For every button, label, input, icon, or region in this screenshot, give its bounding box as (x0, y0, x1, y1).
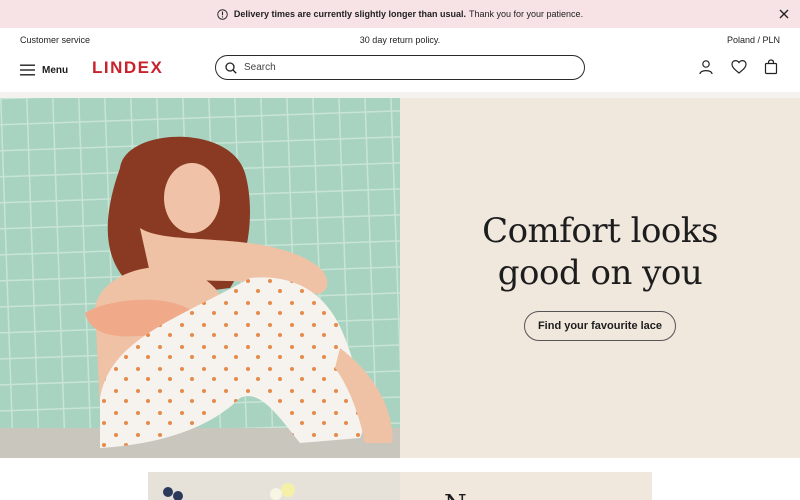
next-banner-title: N (444, 490, 467, 500)
customer-service-link[interactable]: Customer service (20, 35, 90, 45)
next-banner-photo (148, 472, 400, 500)
next-banner[interactable]: N (148, 472, 652, 500)
search-bar[interactable] (215, 55, 585, 80)
next-banner-text-panel: N (400, 472, 652, 500)
heart-icon[interactable] (731, 59, 747, 75)
notice-bar: Delivery times are currently slightly lo… (0, 0, 800, 28)
main-header: Menu LINDEX (0, 52, 800, 92)
hero-title-line2: good on you (497, 253, 703, 293)
menu-button[interactable]: Menu (20, 60, 68, 80)
close-icon[interactable] (778, 8, 790, 20)
search-icon (225, 61, 237, 74)
menu-label: Menu (42, 64, 69, 76)
hero-title-line1: Comfort looks (482, 211, 718, 251)
notice-bold-text: Delivery times are currently slightly lo… (233, 9, 466, 19)
hero-banner[interactable]: Comfort looks good on you Find your favo… (0, 98, 800, 458)
shopping-bag-icon[interactable] (763, 59, 779, 75)
hero-image[interactable] (0, 98, 400, 458)
account-icon[interactable] (698, 59, 714, 75)
hero-text-panel: Comfort looks good on you Find your favo… (400, 98, 800, 458)
notice-text: Thank you for your patience. (469, 9, 584, 19)
hamburger-icon (20, 64, 35, 76)
region-selector[interactable]: Poland / PLN (727, 35, 780, 45)
find-lace-button[interactable]: Find your favourite lace (524, 311, 676, 341)
info-icon (217, 8, 228, 20)
hero-photo (0, 98, 400, 458)
next-banner-image[interactable] (148, 472, 400, 500)
hero-title: Comfort looks good on you (400, 210, 800, 294)
utility-bar: Customer service 30 day return policy. P… (0, 28, 800, 52)
logo[interactable]: LINDEX (92, 58, 163, 78)
return-policy-text: 30 day return policy. (359, 35, 441, 45)
search-input[interactable] (244, 62, 564, 73)
